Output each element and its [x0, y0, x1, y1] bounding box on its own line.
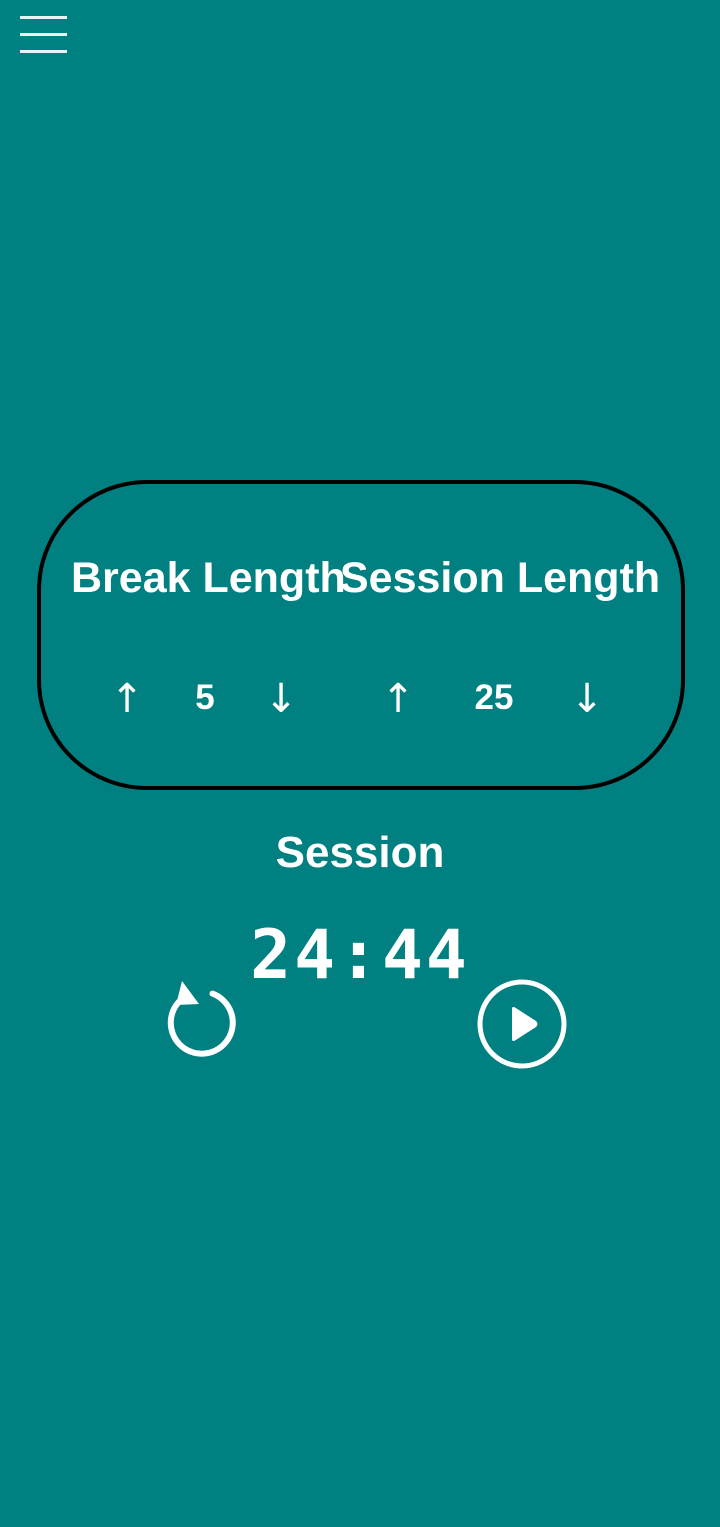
- session-length-label: Session Length: [340, 554, 661, 602]
- time-left-display: 24:44: [250, 916, 470, 995]
- play-icon: [477, 979, 567, 1069]
- length-settings-card: [37, 480, 685, 790]
- timer-label: Session: [275, 828, 445, 877]
- reset-button[interactable]: [160, 978, 240, 1062]
- break-length-value: 5: [195, 678, 215, 717]
- session-length-value: 25: [474, 678, 514, 717]
- hamburger-menu-icon: [20, 16, 67, 53]
- break-increment-button[interactable]: ↑: [107, 674, 147, 724]
- menu-button[interactable]: [20, 14, 68, 56]
- break-decrement-button[interactable]: ↓: [261, 674, 301, 724]
- play-pause-button[interactable]: [476, 978, 568, 1070]
- session-decrement-button[interactable]: ↓: [567, 674, 607, 724]
- break-length-label: Break Length: [71, 554, 346, 602]
- session-increment-button[interactable]: ↑: [378, 674, 418, 724]
- reset-icon: [167, 981, 236, 1057]
